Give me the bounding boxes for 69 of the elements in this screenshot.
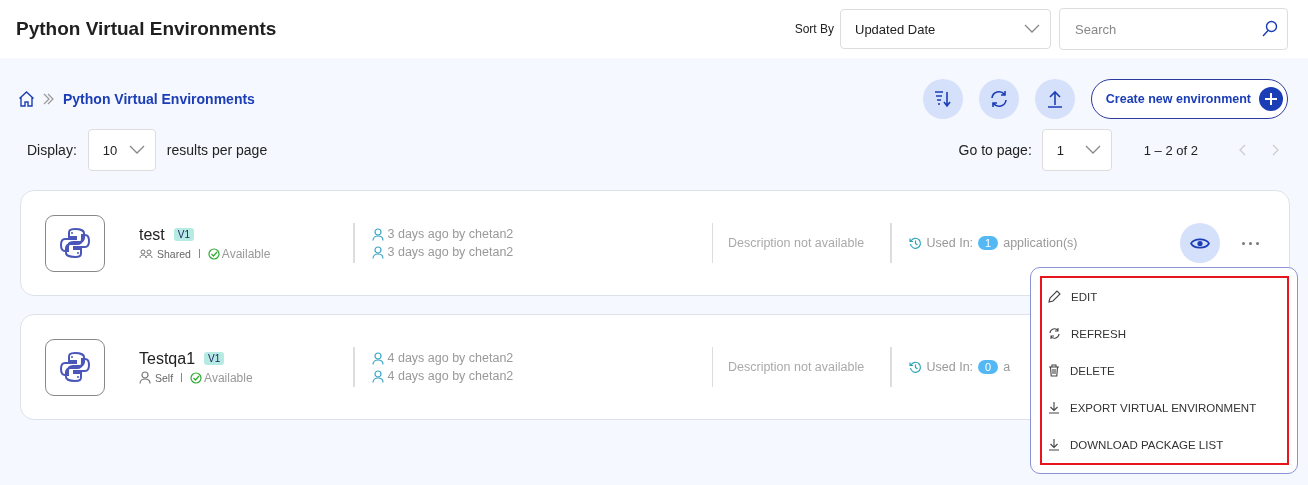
sort-button[interactable] bbox=[922, 79, 963, 119]
page-size-suffix: results per page bbox=[166, 142, 269, 158]
created-info: 4 days ago by chetan2 bbox=[387, 351, 514, 365]
scope-label: Shared bbox=[157, 247, 191, 260]
user-icon bbox=[139, 371, 151, 384]
user-icon bbox=[371, 227, 384, 241]
download-icon bbox=[1048, 401, 1060, 414]
environment-name[interactable]: Testqa1 bbox=[139, 349, 196, 368]
page-dropdown[interactable]: 1 bbox=[1041, 129, 1112, 171]
refresh-icon bbox=[1048, 327, 1061, 340]
usage-suffix: application(s) bbox=[1003, 236, 1078, 250]
status-label: Available bbox=[221, 246, 271, 261]
updated-info: 4 days ago by chetan2 bbox=[387, 369, 514, 383]
version-tag: V1 bbox=[173, 228, 195, 241]
menu-item[interactable]: EDIT bbox=[1048, 286, 1098, 307]
menu-item[interactable]: DOWNLOAD PACKAGE LIST bbox=[1048, 434, 1224, 455]
user-icon bbox=[371, 369, 384, 383]
sort-label: Sort By bbox=[794, 22, 834, 36]
eye-icon bbox=[1190, 236, 1210, 250]
go-to-page-label: Go to page: bbox=[958, 142, 1032, 158]
python-logo-icon bbox=[45, 338, 105, 396]
python-logo-icon bbox=[45, 214, 105, 272]
menu-item[interactable]: REFRESH bbox=[1048, 323, 1126, 344]
upload-icon bbox=[1046, 90, 1063, 108]
plus-icon bbox=[1259, 87, 1283, 111]
description-text: Description not available bbox=[728, 360, 866, 374]
usage-suffix: a bbox=[1003, 360, 1011, 374]
search-field[interactable]: Search bbox=[1059, 8, 1288, 50]
usage-count: 1 bbox=[978, 236, 999, 250]
page-size-dropdown[interactable]: 10 bbox=[87, 129, 156, 171]
download-icon bbox=[1048, 438, 1060, 451]
view-button[interactable] bbox=[1180, 223, 1220, 263]
sort-dropdown[interactable]: Updated Date bbox=[840, 9, 1051, 49]
scope-label: Self bbox=[155, 371, 174, 384]
create-environment-button[interactable]: Create new environment bbox=[1090, 79, 1288, 119]
check-circle-icon bbox=[207, 247, 220, 260]
page-range: 1 – 2 of 2 bbox=[1143, 142, 1198, 158]
display-label: Display: bbox=[27, 142, 77, 158]
upload-button[interactable] bbox=[1034, 79, 1075, 119]
user-icon bbox=[371, 351, 384, 365]
version-tag: V1 bbox=[204, 352, 225, 365]
chevron-down-icon bbox=[1024, 24, 1040, 34]
description-text: Description not available bbox=[728, 236, 866, 250]
history-icon bbox=[908, 360, 922, 374]
history-icon bbox=[908, 236, 922, 250]
usage-count: 0 bbox=[978, 360, 999, 374]
updated-info: 3 days ago by chetan2 bbox=[387, 245, 514, 259]
trash-icon bbox=[1048, 364, 1060, 377]
pencil-icon bbox=[1048, 290, 1061, 303]
group-icon bbox=[139, 248, 153, 259]
used-in-label: Used In: bbox=[926, 360, 974, 374]
created-info: 3 days ago by chetan2 bbox=[387, 227, 514, 241]
refresh-icon bbox=[989, 90, 1008, 108]
user-icon bbox=[371, 245, 384, 259]
check-circle-icon bbox=[190, 371, 203, 384]
refresh-button[interactable] bbox=[978, 79, 1019, 119]
search-icon bbox=[1262, 20, 1278, 37]
used-in-label: Used In: bbox=[926, 236, 974, 250]
sort-icon bbox=[933, 90, 952, 108]
breadcrumb-link[interactable]: Python Virtual Environments bbox=[63, 91, 255, 107]
environment-name[interactable]: test bbox=[139, 225, 165, 244]
status-label: Available bbox=[204, 370, 253, 385]
menu-item[interactable]: EXPORT VIRTUAL ENVIRONMENT bbox=[1048, 397, 1257, 418]
chevron-down-icon bbox=[1084, 145, 1101, 155]
home-icon[interactable] bbox=[18, 91, 35, 107]
chevron-down-icon bbox=[128, 145, 145, 155]
double-chevron-icon bbox=[43, 93, 55, 105]
menu-item[interactable]: DELETE bbox=[1048, 360, 1115, 381]
page-title: Python Virtual Environments bbox=[16, 18, 278, 40]
